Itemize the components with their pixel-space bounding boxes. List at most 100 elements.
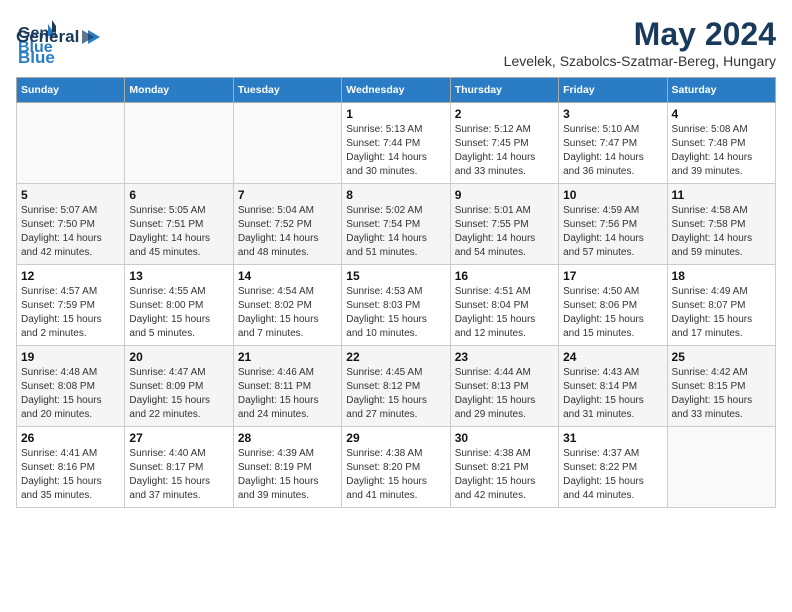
cell-date-number: 31 — [563, 431, 662, 445]
calendar-cell: 8 Sunrise: 5:02 AM Sunset: 7:54 PM Daylig… — [342, 184, 450, 265]
cell-date-number: 23 — [455, 350, 554, 364]
cell-detail: Sunrise: 4:57 AM Sunset: 7:59 PM Dayligh… — [21, 285, 120, 341]
calendar-cell: 23 Sunrise: 4:44 AM Sunset: 8:13 PM Dayli… — [450, 346, 558, 427]
calendar-cell: 14Sunrise: 4:54 AM Sunset: 8:02 PM Dayli… — [233, 265, 341, 346]
calendar-cell — [125, 103, 233, 184]
day-header-thursday: Thursday — [450, 78, 558, 103]
calendar-week-2: 5 Sunrise: 5:07 AM Sunset: 7:50 PM Daylig… — [17, 184, 776, 265]
cell-date-number: 4 — [672, 107, 771, 121]
cell-date-number: 26 — [21, 431, 120, 445]
cell-date-number: 16 — [455, 269, 554, 283]
cell-detail: Sunrise: 4:42 AM Sunset: 8:15 PM Dayligh… — [672, 366, 771, 422]
cell-date-number: 2 — [455, 107, 554, 121]
cell-date-number: 19 — [21, 350, 120, 364]
day-header-tuesday: Tuesday — [233, 78, 341, 103]
cell-date-number: 30 — [455, 431, 554, 445]
cell-date-number: 13 — [129, 269, 228, 283]
calendar-cell: 21 Sunrise: 4:46 AM Sunset: 8:11 PM Dayli… — [233, 346, 341, 427]
cell-detail: Sunrise: 4:51 AM Sunset: 8:04 PM Dayligh… — [455, 285, 554, 341]
cell-detail: Sunrise: 4:41 AM Sunset: 8:16 PM Dayligh… — [21, 447, 120, 503]
calendar-cell: 5 Sunrise: 5:07 AM Sunset: 7:50 PM Daylig… — [17, 184, 125, 265]
logo-blue: Blue — [18, 48, 55, 67]
cell-date-number: 1 — [346, 107, 445, 121]
calendar-cell: 25 Sunrise: 4:42 AM Sunset: 8:15 PM Dayli… — [667, 346, 775, 427]
day-header-friday: Friday — [559, 78, 667, 103]
cell-date-number: 21 — [238, 350, 337, 364]
calendar-cell: 30 Sunrise: 4:38 AM Sunset: 8:21 PM Dayli… — [450, 427, 558, 508]
calendar-cell: 26 Sunrise: 4:41 AM Sunset: 8:16 PM Dayli… — [17, 427, 125, 508]
cell-detail: Sunrise: 4:45 AM Sunset: 8:12 PM Dayligh… — [346, 366, 445, 422]
calendar-cell: 19 Sunrise: 4:48 AM Sunset: 8:08 PM Dayli… — [17, 346, 125, 427]
cell-detail: Sunrise: 4:54 AM Sunset: 8:02 PM Dayligh… — [238, 285, 337, 341]
cell-date-number: 3 — [563, 107, 662, 121]
calendar-cell: 28 Sunrise: 4:39 AM Sunset: 8:19 PM Dayli… — [233, 427, 341, 508]
calendar-week-1: 1 Sunrise: 5:13 AM Sunset: 7:44 PM Daylig… — [17, 103, 776, 184]
header: General Blue General Blue May 2024 Level… — [16, 16, 776, 69]
calendar-cell: 15 Sunrise: 4:53 AM Sunset: 8:03 PM Dayli… — [342, 265, 450, 346]
cell-detail: Sunrise: 4:48 AM Sunset: 8:08 PM Dayligh… — [21, 366, 120, 422]
cell-detail: Sunrise: 4:49 AM Sunset: 8:07 PM Dayligh… — [672, 285, 771, 341]
calendar-cell: 1 Sunrise: 5:13 AM Sunset: 7:44 PM Daylig… — [342, 103, 450, 184]
calendar-cell: 17 Sunrise: 4:50 AM Sunset: 8:06 PM Dayli… — [559, 265, 667, 346]
cell-detail: Sunrise: 4:43 AM Sunset: 8:14 PM Dayligh… — [563, 366, 662, 422]
cell-detail: Sunrise: 5:01 AM Sunset: 7:55 PM Dayligh… — [455, 204, 554, 260]
cell-date-number: 7 — [238, 188, 337, 202]
cell-detail: Sunrise: 4:50 AM Sunset: 8:06 PM Dayligh… — [563, 285, 662, 341]
cell-detail: Sunrise: 4:38 AM Sunset: 8:21 PM Dayligh… — [455, 447, 554, 503]
calendar-cell: 4 Sunrise: 5:08 AM Sunset: 7:48 PM Daylig… — [667, 103, 775, 184]
calendar-cell: 9 Sunrise: 5:01 AM Sunset: 7:55 PM Daylig… — [450, 184, 558, 265]
title-month: May 2024 — [504, 16, 776, 53]
calendar-week-3: 12 Sunrise: 4:57 AM Sunset: 7:59 PM Dayli… — [17, 265, 776, 346]
cell-detail: Sunrise: 4:44 AM Sunset: 8:13 PM Dayligh… — [455, 366, 554, 422]
cell-detail: Sunrise: 5:05 AM Sunset: 7:51 PM Dayligh… — [129, 204, 228, 260]
cell-date-number: 15 — [346, 269, 445, 283]
cell-date-number: 6 — [129, 188, 228, 202]
cell-detail: Sunrise: 5:02 AM Sunset: 7:54 PM Dayligh… — [346, 204, 445, 260]
calendar-cell: 16 Sunrise: 4:51 AM Sunset: 8:04 PM Dayli… — [450, 265, 558, 346]
cell-date-number: 18 — [672, 269, 771, 283]
cell-detail: Sunrise: 4:55 AM Sunset: 8:00 PM Dayligh… — [129, 285, 228, 341]
calendar-cell: 22 Sunrise: 4:45 AM Sunset: 8:12 PM Dayli… — [342, 346, 450, 427]
cell-detail: Sunrise: 5:12 AM Sunset: 7:45 PM Dayligh… — [455, 123, 554, 179]
cell-date-number: 17 — [563, 269, 662, 283]
calendar-cell: 18 Sunrise: 4:49 AM Sunset: 8:07 PM Dayli… — [667, 265, 775, 346]
cell-detail: Sunrise: 5:07 AM Sunset: 7:50 PM Dayligh… — [21, 204, 120, 260]
cell-detail: Sunrise: 5:13 AM Sunset: 7:44 PM Dayligh… — [346, 123, 445, 179]
day-header-wednesday: Wednesday — [342, 78, 450, 103]
calendar-cell: 12 Sunrise: 4:57 AM Sunset: 7:59 PM Dayli… — [17, 265, 125, 346]
cell-detail: Sunrise: 5:08 AM Sunset: 7:48 PM Dayligh… — [672, 123, 771, 179]
logo-general: General — [16, 27, 79, 47]
calendar-cell: 10Sunrise: 4:59 AM Sunset: 7:56 PM Dayli… — [559, 184, 667, 265]
logo: General Blue General Blue — [16, 16, 103, 68]
cell-detail: Sunrise: 4:46 AM Sunset: 8:11 PM Dayligh… — [238, 366, 337, 422]
cell-date-number: 22 — [346, 350, 445, 364]
cell-date-number: 20 — [129, 350, 228, 364]
cell-detail: Sunrise: 4:47 AM Sunset: 8:09 PM Dayligh… — [129, 366, 228, 422]
calendar-cell: 13 Sunrise: 4:55 AM Sunset: 8:00 PM Dayli… — [125, 265, 233, 346]
day-header-monday: Monday — [125, 78, 233, 103]
cell-date-number: 25 — [672, 350, 771, 364]
calendar-cell — [667, 427, 775, 508]
cell-date-number: 28 — [238, 431, 337, 445]
calendar-cell: 2 Sunrise: 5:12 AM Sunset: 7:45 PM Daylig… — [450, 103, 558, 184]
calendar-cell: 7Sunrise: 5:04 AM Sunset: 7:52 PM Daylig… — [233, 184, 341, 265]
day-header-saturday: Saturday — [667, 78, 775, 103]
calendar-cell: 20 Sunrise: 4:47 AM Sunset: 8:09 PM Dayli… — [125, 346, 233, 427]
cell-date-number: 11 — [672, 188, 771, 202]
cell-detail: Sunrise: 5:10 AM Sunset: 7:47 PM Dayligh… — [563, 123, 662, 179]
cell-detail: Sunrise: 4:53 AM Sunset: 8:03 PM Dayligh… — [346, 285, 445, 341]
cell-date-number: 29 — [346, 431, 445, 445]
cell-date-number: 12 — [21, 269, 120, 283]
cell-detail: Sunrise: 4:38 AM Sunset: 8:20 PM Dayligh… — [346, 447, 445, 503]
cell-date-number: 27 — [129, 431, 228, 445]
calendar-cell: 24 Sunrise: 4:43 AM Sunset: 8:14 PM Dayli… — [559, 346, 667, 427]
cell-date-number: 5 — [21, 188, 120, 202]
calendar-week-5: 26 Sunrise: 4:41 AM Sunset: 8:16 PM Dayli… — [17, 427, 776, 508]
cell-date-number: 9 — [455, 188, 554, 202]
cell-date-number: 8 — [346, 188, 445, 202]
calendar-header-row: SundayMondayTuesdayWednesdayThursdayFrid… — [17, 78, 776, 103]
cell-detail: Sunrise: 4:39 AM Sunset: 8:19 PM Dayligh… — [238, 447, 337, 503]
cell-detail: Sunrise: 4:37 AM Sunset: 8:22 PM Dayligh… — [563, 447, 662, 503]
cell-date-number: 24 — [563, 350, 662, 364]
calendar-week-4: 19 Sunrise: 4:48 AM Sunset: 8:08 PM Dayli… — [17, 346, 776, 427]
